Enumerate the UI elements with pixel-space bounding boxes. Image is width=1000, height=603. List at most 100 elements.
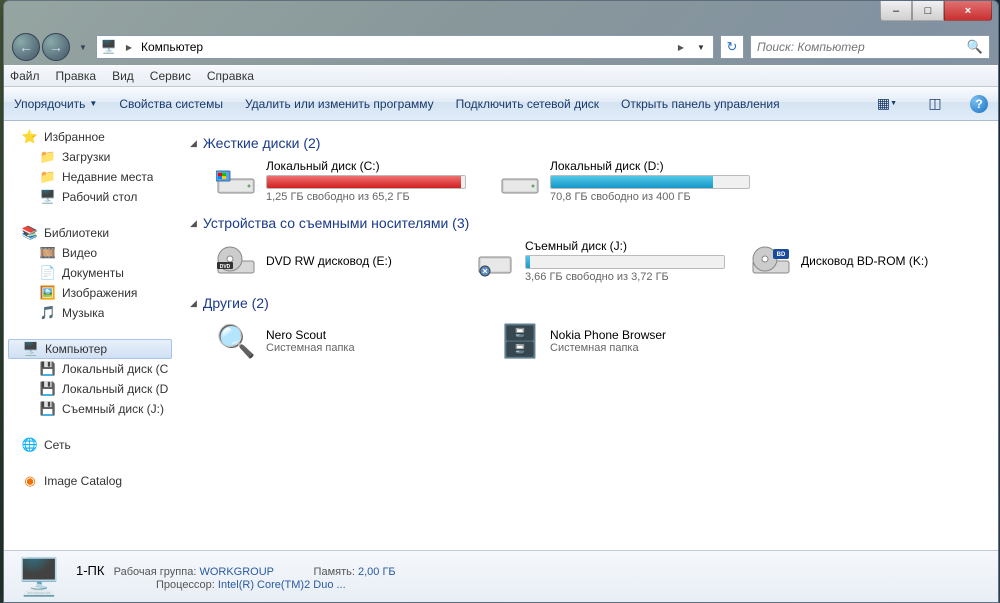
drive-label: Локальный диск (D:) bbox=[550, 159, 758, 173]
sidebar-desktop[interactable]: 🖥️Рабочий стол bbox=[4, 187, 176, 207]
svg-text:DVD: DVD bbox=[220, 264, 231, 270]
workgroup-label: Рабочая группа: bbox=[114, 566, 197, 578]
content-area: ⭐Избранное 📁Загрузки 📁Недавние места 🖥️Р… bbox=[4, 121, 998, 550]
minimize-button[interactable]: – bbox=[880, 1, 912, 21]
dvd-icon: DVD bbox=[214, 239, 258, 283]
drive-usage-bar bbox=[525, 255, 725, 269]
sidebar-computer[interactable]: 🖥️Компьютер bbox=[8, 339, 172, 359]
sidebar-drive-c[interactable]: 💾Локальный диск (C:) bbox=[4, 359, 176, 379]
drive-usage-bar bbox=[550, 175, 750, 189]
hdd-icon: 💾 bbox=[40, 361, 56, 377]
catalog-icon: ◉ bbox=[22, 473, 38, 489]
drive-space-text: 3,66 ГБ свободно из 3,72 ГБ bbox=[525, 271, 725, 283]
removable-icon bbox=[473, 239, 517, 283]
recent-icon: 📁 bbox=[40, 169, 56, 185]
drive-space-text: 70,8 ГБ свободно из 400 ГБ bbox=[550, 191, 758, 203]
sidebar-image-catalog[interactable]: ◉Image Catalog bbox=[4, 471, 176, 491]
group-hard-drives[interactable]: ◢ Жесткие диски (2) bbox=[190, 135, 984, 151]
sidebar-network[interactable]: 🌐Сеть bbox=[4, 435, 176, 455]
refresh-button[interactable]: ↻ bbox=[720, 35, 744, 59]
drive-dvd[interactable]: DVD DVD RW дисковод (E:) bbox=[214, 239, 449, 283]
menu-bar: Файл Правка Вид Сервис Справка bbox=[4, 65, 998, 87]
titlebar[interactable]: – □ × bbox=[4, 1, 998, 29]
collapse-icon[interactable]: ◢ bbox=[190, 138, 197, 149]
forward-button[interactable]: → bbox=[42, 33, 70, 61]
maximize-button[interactable]: □ bbox=[912, 1, 944, 21]
map-drive-button[interactable]: Подключить сетевой диск bbox=[456, 97, 599, 111]
help-button[interactable]: ? bbox=[970, 95, 988, 113]
computer-icon: 🖥️ bbox=[14, 556, 64, 598]
drive-label: Съемный диск (J:) bbox=[525, 239, 725, 253]
back-button[interactable]: ← bbox=[12, 33, 40, 61]
sidebar-drive-d[interactable]: 💾Локальный диск (D:) bbox=[4, 379, 176, 399]
sidebar-downloads[interactable]: 📁Загрузки bbox=[4, 147, 176, 167]
menu-view[interactable]: Вид bbox=[112, 69, 134, 83]
system-properties-button[interactable]: Свойства системы bbox=[119, 97, 223, 111]
nero-scout[interactable]: 🔍 Nero Scout Системная папка bbox=[214, 319, 474, 363]
navigation-bar: ← → ▼ 🖥️ ▶ Компьютер ▶ ▼ ↻ 🔍 bbox=[4, 29, 998, 65]
drive-c[interactable]: Локальный диск (C:) 1,25 ГБ свободно из … bbox=[214, 159, 474, 203]
items-view: ◢ Жесткие диски (2) Локальный диск (C:) … bbox=[176, 121, 998, 550]
hdd-icon bbox=[498, 159, 542, 203]
address-bar[interactable]: 🖥️ ▶ Компьютер ▶ ▼ bbox=[96, 35, 714, 59]
folder-icon: 📁 bbox=[40, 149, 56, 165]
history-dropdown[interactable]: ▼ bbox=[76, 36, 90, 58]
view-options-button[interactable]: ▦▼ bbox=[874, 93, 900, 115]
menu-file[interactable]: Файл bbox=[10, 69, 40, 83]
document-icon: 📄 bbox=[40, 265, 56, 281]
music-icon: 🎵 bbox=[40, 305, 56, 321]
cpu-value: Intel(R) Core(TM)2 Duo ... bbox=[218, 579, 346, 591]
sidebar-libraries[interactable]: 📚Библиотеки bbox=[4, 223, 176, 243]
drive-label: Локальный диск (C:) bbox=[266, 159, 474, 173]
collapse-icon[interactable]: ◢ bbox=[190, 298, 197, 309]
svg-text:BD: BD bbox=[777, 252, 786, 258]
drive-j[interactable]: Съемный диск (J:) 3,66 ГБ свободно из 3,… bbox=[473, 239, 725, 283]
nokia-browser[interactable]: 🗄️ Nokia Phone Browser Системная папка bbox=[498, 319, 758, 363]
computer-icon: 🖥️ bbox=[101, 39, 117, 55]
menu-help[interactable]: Справка bbox=[207, 69, 254, 83]
search-input[interactable] bbox=[757, 40, 967, 54]
hdd-icon bbox=[214, 159, 258, 203]
desktop-icon: 🖥️ bbox=[40, 189, 56, 205]
sidebar-music[interactable]: 🎵Музыка bbox=[4, 303, 176, 323]
menu-edit[interactable]: Правка bbox=[56, 69, 97, 83]
nokia-icon: 🗄️ bbox=[498, 319, 542, 363]
control-panel-button[interactable]: Открыть панель управления bbox=[621, 97, 780, 111]
uninstall-program-button[interactable]: Удалить или изменить программу bbox=[245, 97, 434, 111]
preview-pane-button[interactable]: ◫ bbox=[922, 93, 948, 115]
drive-d[interactable]: Локальный диск (D:) 70,8 ГБ свободно из … bbox=[498, 159, 758, 203]
drive-bd[interactable]: BD Дисковод BD-ROM (K:) bbox=[749, 239, 984, 283]
bd-icon: BD bbox=[749, 239, 793, 283]
search-box[interactable]: 🔍 bbox=[750, 35, 990, 59]
breadcrumb-arrow-icon[interactable]: ▶ bbox=[121, 39, 137, 55]
organize-button[interactable]: Упорядочить ▼ bbox=[14, 97, 97, 111]
group-other[interactable]: ◢ Другие (2) bbox=[190, 295, 984, 311]
sidebar-documents[interactable]: 📄Документы bbox=[4, 263, 176, 283]
folder-label: Nokia Phone Browser bbox=[550, 328, 666, 342]
group-removable[interactable]: ◢ Устройства со съемными носителями (3) bbox=[190, 215, 984, 231]
computer-icon: 🖥️ bbox=[23, 341, 39, 357]
close-button[interactable]: × bbox=[944, 1, 992, 21]
drive-label: DVD RW дисковод (E:) bbox=[266, 254, 449, 268]
star-icon: ⭐ bbox=[22, 129, 38, 145]
address-text[interactable]: Компьютер bbox=[141, 40, 669, 54]
drive-usage-bar bbox=[266, 175, 466, 189]
sidebar-favorites[interactable]: ⭐Избранное bbox=[4, 127, 176, 147]
search-icon[interactable]: 🔍 bbox=[967, 39, 983, 55]
menu-tools[interactable]: Сервис bbox=[150, 69, 191, 83]
sidebar-videos[interactable]: 🎞️Видео bbox=[4, 243, 176, 263]
memory-label: Память: bbox=[314, 566, 355, 578]
video-icon: 🎞️ bbox=[40, 245, 56, 261]
hdd-icon: 💾 bbox=[40, 381, 56, 397]
details-pane: 🖥️ 1-ПК Рабочая группа: WORKGROUP Память… bbox=[4, 550, 998, 602]
address-dropdown[interactable]: ▼ bbox=[693, 43, 709, 52]
usb-icon: 💾 bbox=[40, 401, 56, 417]
explorer-window: – □ × ← → ▼ 🖥️ ▶ Компьютер ▶ ▼ ↻ 🔍 Файл … bbox=[3, 0, 999, 603]
breadcrumb-arrow-icon[interactable]: ▶ bbox=[673, 39, 689, 55]
sidebar-drive-j[interactable]: 💾Съемный диск (J:) bbox=[4, 399, 176, 419]
collapse-icon[interactable]: ◢ bbox=[190, 218, 197, 229]
image-icon: 🖼️ bbox=[40, 285, 56, 301]
navigation-pane: ⭐Избранное 📁Загрузки 📁Недавние места 🖥️Р… bbox=[4, 121, 176, 550]
sidebar-recent[interactable]: 📁Недавние места bbox=[4, 167, 176, 187]
sidebar-pictures[interactable]: 🖼️Изображения bbox=[4, 283, 176, 303]
